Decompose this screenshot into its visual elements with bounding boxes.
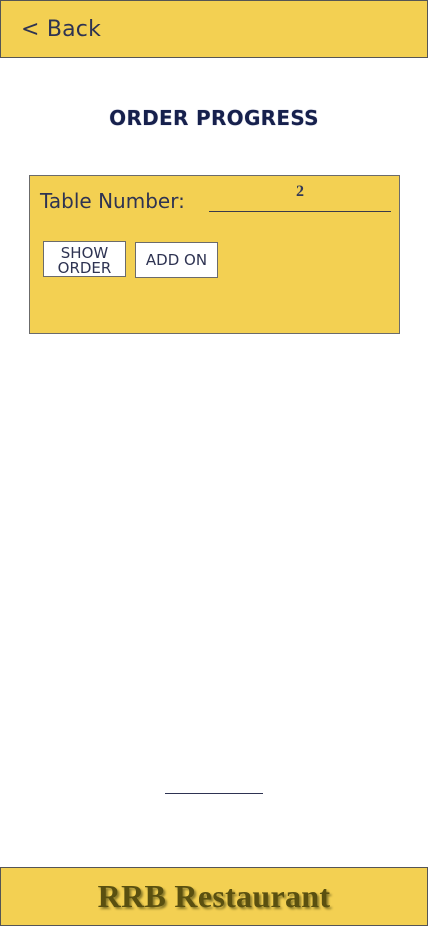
show-order-button[interactable]: SHOW ORDER	[43, 241, 126, 277]
restaurant-brand: RRB Restaurant	[97, 878, 331, 914]
table-number-label: Table Number:	[40, 189, 185, 213]
table-number-input[interactable]	[209, 181, 391, 212]
divider-line	[165, 793, 263, 794]
top-nav-bar: < Back	[0, 0, 428, 58]
show-order-label-line2: ORDER	[57, 259, 112, 277]
add-on-button[interactable]: ADD ON	[135, 242, 218, 278]
back-button[interactable]: < Back	[21, 17, 101, 42]
footer-bar: RRB Restaurant	[0, 867, 428, 926]
page-title: ORDER PROGRESS	[109, 106, 319, 130]
order-panel: Table Number: SHOW ORDER ADD ON	[29, 175, 400, 334]
